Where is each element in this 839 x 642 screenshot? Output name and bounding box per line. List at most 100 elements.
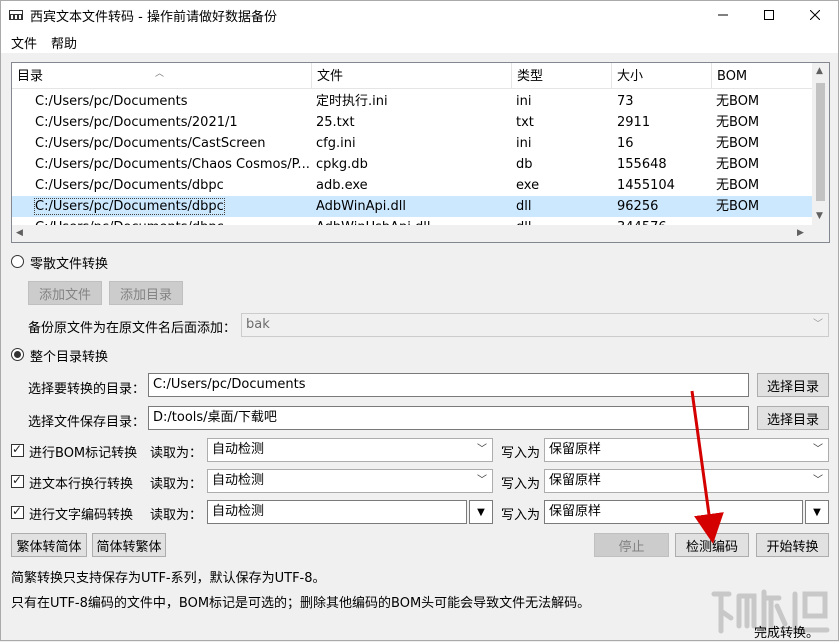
- cell-text: 1455104: [617, 178, 675, 193]
- cell-text: 73: [617, 94, 634, 109]
- cell-bom: 无BOM: [712, 175, 812, 196]
- cell-bom: 无BOM: [712, 112, 812, 133]
- whole-dir-label: 整个目录转换: [30, 346, 108, 365]
- file-list[interactable]: 目录 ︿ 文件 类型 大小 BOM C:/Users/pc/Documents 定…: [11, 62, 830, 243]
- cell-text: 无BOM: [716, 178, 759, 193]
- encoding-write-label: 写入为: [501, 504, 540, 523]
- chevron-down-icon: ﹀: [813, 439, 823, 461]
- cell-dir: C:/Users/pc/Documents/dbpc: [12, 175, 312, 196]
- caret-down-icon: ▼: [477, 507, 485, 518]
- column-header-file[interactable]: 文件: [312, 63, 512, 89]
- menu-help[interactable]: 帮助: [51, 33, 77, 52]
- column-header-size[interactable]: 大小: [612, 63, 712, 89]
- close-button[interactable]: [792, 1, 838, 29]
- table-row[interactable]: C:/Users/pc/Documents/dbpc adb.exe exe 1455…: [12, 175, 812, 196]
- bom-convert-checkbox[interactable]: [11, 444, 24, 457]
- cell-text: dll: [516, 199, 531, 214]
- cell-text: AdbWinApi.dll: [316, 199, 406, 214]
- encoding-read-dropdown-button[interactable]: ▼: [469, 500, 493, 524]
- sort-up-icon: ︿: [155, 62, 164, 88]
- menu-file[interactable]: 文件: [11, 33, 37, 52]
- table-row[interactable]: C:/Users/pc/Documents/2021/1 25.txt txt 291…: [12, 112, 812, 133]
- select-value: 保留原样: [549, 442, 601, 457]
- bom-read-select[interactable]: 自动检测 ﹀: [207, 438, 493, 462]
- column-header-dir[interactable]: 目录 ︿: [12, 63, 312, 89]
- table-row[interactable]: C:/Users/pc/Documents/CastScreen cfg.ini i…: [12, 133, 812, 154]
- encoding-write-input[interactable]: 保留原样: [544, 500, 803, 524]
- column-header-type[interactable]: 类型: [512, 63, 612, 89]
- backup-suffix-input[interactable]: bak ﹀: [241, 313, 829, 337]
- cell-text: cfg.ini: [316, 136, 356, 151]
- scroll-right-icon[interactable]: ▶: [797, 228, 804, 238]
- scroll-up-icon[interactable]: ▲: [816, 66, 823, 76]
- cell-text: 无BOM: [716, 199, 759, 214]
- app-window: 西宾文本文件转码 - 操作前请做好数据备份 文件 帮助 目录 ︿ 文件 类型 大…: [0, 0, 839, 641]
- bom-write-select[interactable]: 保留原样 ﹀: [544, 438, 829, 462]
- dst-dir-label: 选择文件保存目录：: [28, 411, 145, 430]
- cell-size: 16: [612, 133, 712, 154]
- encoding-read-label: 读取为：: [150, 504, 202, 523]
- src-dir-input[interactable]: C:/Users/pc/Documents: [148, 373, 749, 397]
- encoding-write-dropdown-button[interactable]: ▼: [805, 500, 829, 524]
- scroll-left-icon[interactable]: ◀: [16, 228, 23, 238]
- table-row[interactable]: C:/Users/pc/Documents/dbpc AdbWinApi.dll d…: [12, 196, 812, 217]
- cell-size: 96256: [612, 196, 712, 217]
- start-convert-button[interactable]: 开始转换: [756, 533, 829, 557]
- chevron-down-icon: ﹀: [477, 470, 487, 492]
- encoding-read-input[interactable]: 自动检测: [207, 500, 467, 524]
- whole-dir-radio[interactable]: [11, 348, 24, 361]
- note-line-1: 简繁转换只支持保存为UTF-系列，默认保存为UTF-8。: [11, 567, 326, 586]
- table-row[interactable]: C:/Users/pc/Documents 定时执行.ini ini 73 无BOM: [12, 91, 812, 112]
- newline-convert-checkbox[interactable]: [11, 475, 24, 488]
- bom-write-label: 写入为: [501, 442, 540, 461]
- window-title: 西宾文本文件转码 - 操作前请做好数据备份: [30, 6, 277, 25]
- vertical-scrollbar[interactable]: ▲ ▼: [812, 63, 829, 226]
- cell-bom: 无BOM: [712, 91, 812, 112]
- add-file-button[interactable]: 添加文件: [28, 281, 102, 305]
- close-icon: [810, 10, 820, 20]
- select-dst-dir-button[interactable]: 选择目录: [757, 406, 829, 430]
- add-dir-button[interactable]: 添加目录: [109, 281, 183, 305]
- app-icon: [8, 7, 24, 23]
- newline-write-select[interactable]: 保留原样 ﹀: [544, 469, 829, 493]
- newline-write-label: 写入为: [501, 473, 540, 492]
- cell-size: 155648: [612, 154, 712, 175]
- cell-text: exe: [516, 178, 539, 193]
- cell-text: 2911: [617, 115, 650, 130]
- cell-size: 73: [612, 91, 712, 112]
- cell-text: db: [516, 157, 533, 172]
- stop-button[interactable]: 停止: [594, 533, 669, 557]
- cell-text: 定时执行.ini: [316, 94, 388, 109]
- scroll-down-icon[interactable]: ▼: [816, 211, 823, 221]
- maximize-button[interactable]: [746, 1, 792, 29]
- list-header: 目录 ︿ 文件 类型 大小 BOM: [12, 63, 812, 89]
- cell-bom: 无BOM: [712, 133, 812, 154]
- column-label: 文件: [317, 69, 343, 84]
- minimize-button[interactable]: [700, 1, 746, 29]
- encoding-convert-checkbox[interactable]: [11, 506, 24, 519]
- simp-to-trad-button[interactable]: 简体转繁体: [92, 533, 166, 557]
- cell-text: C:/Users/pc/Documents/dbpc: [35, 178, 224, 193]
- detect-encoding-button[interactable]: 检测编码: [675, 533, 749, 557]
- cell-file: 25.txt: [312, 112, 512, 133]
- caret-down-icon: ▼: [813, 507, 821, 518]
- trad-to-simp-button[interactable]: 繁体转简体: [11, 533, 87, 557]
- cell-text: C:/Users/pc/Documents/dbpc: [35, 199, 224, 214]
- select-value: 自动检测: [212, 473, 264, 488]
- note-line-2: 只有在UTF-8编码的文件中，BOM标记是可选的；删除其他编码的BOM头可能会导…: [11, 592, 590, 611]
- column-header-bom[interactable]: BOM: [712, 63, 812, 89]
- select-src-dir-button[interactable]: 选择目录: [757, 373, 829, 397]
- title-bar: 西宾文本文件转码 - 操作前请做好数据备份: [1, 1, 838, 29]
- newline-read-select[interactable]: 自动检测 ﹀: [207, 469, 493, 493]
- cell-file: 定时执行.ini: [312, 91, 512, 112]
- horizontal-scrollbar[interactable]: ◀ ▶: [12, 225, 829, 242]
- select-value: 自动检测: [212, 442, 264, 457]
- scrollbar-thumb[interactable]: [816, 83, 825, 201]
- dst-dir-input[interactable]: D:/tools/桌面/下载吧: [148, 406, 749, 430]
- cell-text: ini: [516, 94, 531, 109]
- table-row[interactable]: C:/Users/pc/Documents/Chaos Cosmos/P... c…: [12, 154, 812, 175]
- cell-text: ini: [516, 136, 531, 151]
- cell-file: cpkg.db: [312, 154, 512, 175]
- scattered-radio[interactable]: [11, 255, 24, 268]
- status-text: 完成转换。: [754, 622, 819, 641]
